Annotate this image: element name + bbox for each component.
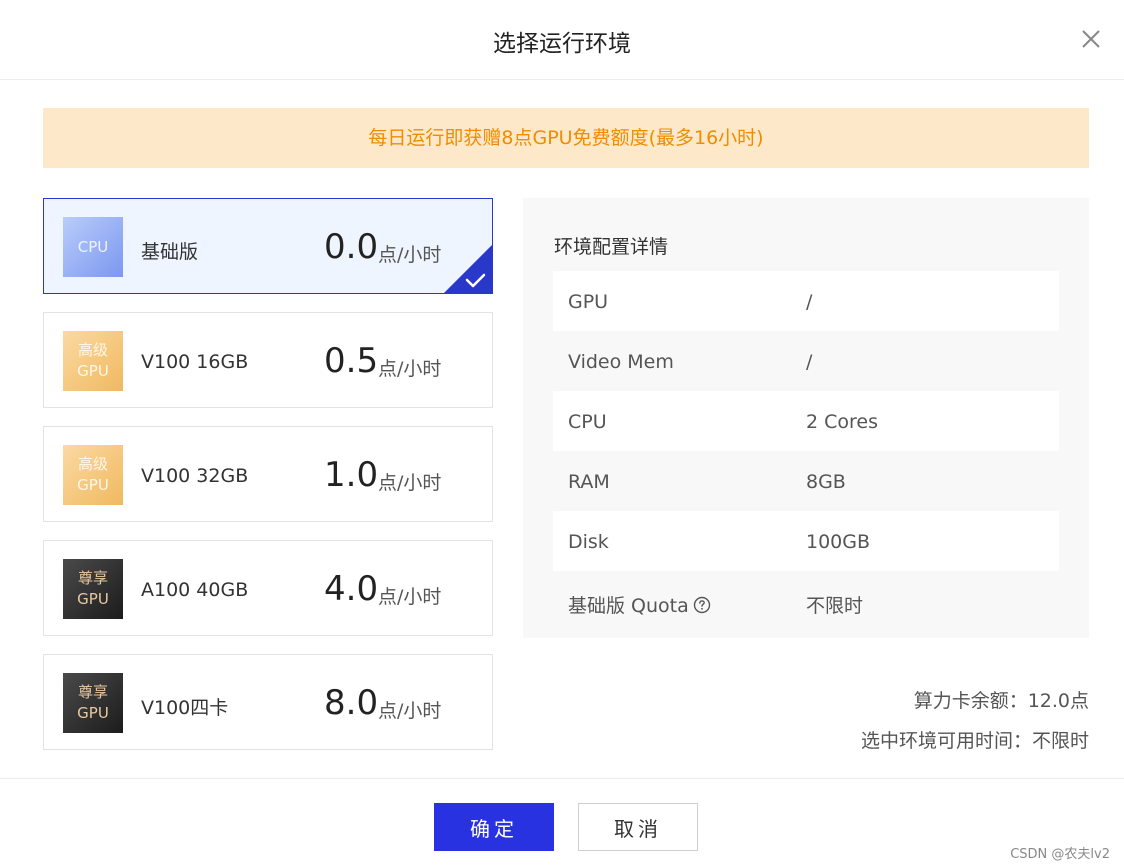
row-value: 不限时 <box>806 595 864 617</box>
advanced-gpu-chip-icon: 高级 GPU <box>63 331 123 391</box>
env-card-name: V100四卡 <box>141 697 229 719</box>
chip-label-line2: GPU <box>77 476 109 494</box>
env-card-v100-32gb[interactable]: 高级 GPU V100 32GB 1.0 点/小时 <box>43 426 493 522</box>
details-row-cpu: CPU 2 Cores <box>553 391 1059 451</box>
check-icon <box>444 245 492 293</box>
env-card-unit: 点/小时 <box>378 472 442 494</box>
details-row-gpu: GPU / <box>553 271 1059 331</box>
select-environment-dialog: 选择运行环境 每日运行即获赠8点GPU免费额度(最多16小时) CPU 基础版 … <box>0 0 1124 868</box>
dialog-title: 选择运行环境 <box>493 31 631 57</box>
env-card-price: 8.0 <box>324 683 379 723</box>
env-card-unit: 点/小时 <box>378 586 442 608</box>
chip-label-line1: 尊享 <box>77 569 108 587</box>
environment-details-panel: 环境配置详情 GPU / Video Mem / CPU 2 Cores RAM… <box>523 198 1089 638</box>
close-icon[interactable] <box>1080 28 1102 50</box>
env-card-price: 1.0 <box>324 455 379 495</box>
dialog-footer: 确定 取消 CSDN @农夫lv2 <box>0 778 1124 868</box>
row-value: 2 Cores <box>806 411 879 433</box>
environment-card-list: CPU 基础版 0.0 点/小时 高级 GPU V100 16GB 0.5 点/… <box>43 198 493 768</box>
details-title: 环境配置详情 <box>554 236 669 258</box>
env-card-v100-16gb[interactable]: 高级 GPU V100 16GB 0.5 点/小时 <box>43 312 493 408</box>
card-balance: 算力卡余额：12.0点 <box>913 690 1089 712</box>
premium-gpu-chip-icon: 尊享 GPU <box>63 559 123 619</box>
env-card-name: V100 16GB <box>141 351 249 373</box>
env-card-price: 0.5 <box>324 341 379 381</box>
env-card-a100-40gb[interactable]: 尊享 GPU A100 40GB 4.0 点/小时 <box>43 540 493 636</box>
details-table: GPU / Video Mem / CPU 2 Cores RAM 8GB Di… <box>553 271 1059 631</box>
env-card-name: A100 40GB <box>141 579 249 601</box>
quota-label-text: 基础版 Quota <box>568 595 689 617</box>
chip-label-line1: 尊享 <box>77 683 108 701</box>
chip-label: CPU <box>77 237 109 256</box>
available-time: 选中环境可用时间：不限时 <box>860 730 1089 752</box>
env-card-unit: 点/小时 <box>378 358 442 380</box>
dialog-header: 选择运行环境 <box>0 0 1124 80</box>
env-card-unit: 点/小时 <box>378 700 442 722</box>
row-value: / <box>806 351 813 373</box>
row-label: Video Mem <box>568 351 674 373</box>
chip-label-line2: GPU <box>77 590 109 608</box>
row-label: RAM <box>568 471 610 493</box>
row-label: GPU <box>568 291 609 313</box>
env-card-basic[interactable]: CPU 基础版 0.0 点/小时 <box>43 198 493 294</box>
cpu-chip-icon: CPU <box>63 217 123 277</box>
chip-label-line2: GPU <box>77 704 109 722</box>
cancel-button[interactable]: 取消 <box>578 803 698 851</box>
details-row-disk: Disk 100GB <box>553 511 1059 571</box>
env-card-name: 基础版 <box>141 241 199 263</box>
free-quota-notice: 每日运行即获赠8点GPU免费额度(最多16小时) <box>43 108 1089 168</box>
row-value: 8GB <box>806 471 846 493</box>
env-card-name: V100 32GB <box>141 465 249 487</box>
chip-label-line1: 高级 <box>77 341 108 359</box>
row-label: Disk <box>568 531 609 553</box>
advanced-gpu-chip-icon: 高级 GPU <box>63 445 123 505</box>
row-label: CPU <box>568 411 607 433</box>
row-value: 100GB <box>806 531 871 553</box>
row-value: / <box>806 291 813 313</box>
chip-label-line1: 高级 <box>77 455 108 473</box>
env-card-v100-quad[interactable]: 尊享 GPU V100四卡 8.0 点/小时 <box>43 654 493 750</box>
details-row-quota: 基础版 Quota 不限时 <box>553 571 1059 631</box>
chip-label-line2: GPU <box>77 362 109 380</box>
details-row-video-mem: Video Mem / <box>553 331 1059 391</box>
details-row-ram: RAM 8GB <box>553 451 1059 511</box>
help-icon[interactable] <box>693 596 711 614</box>
watermark: CSDN @农夫lv2 <box>1010 847 1110 862</box>
confirm-button[interactable]: 确定 <box>434 803 554 851</box>
env-card-price: 0.0 <box>324 227 379 267</box>
env-card-unit: 点/小时 <box>378 244 442 266</box>
premium-gpu-chip-icon: 尊享 GPU <box>63 673 123 733</box>
env-card-price: 4.0 <box>324 569 379 609</box>
row-label: 基础版 Quota <box>568 591 711 618</box>
